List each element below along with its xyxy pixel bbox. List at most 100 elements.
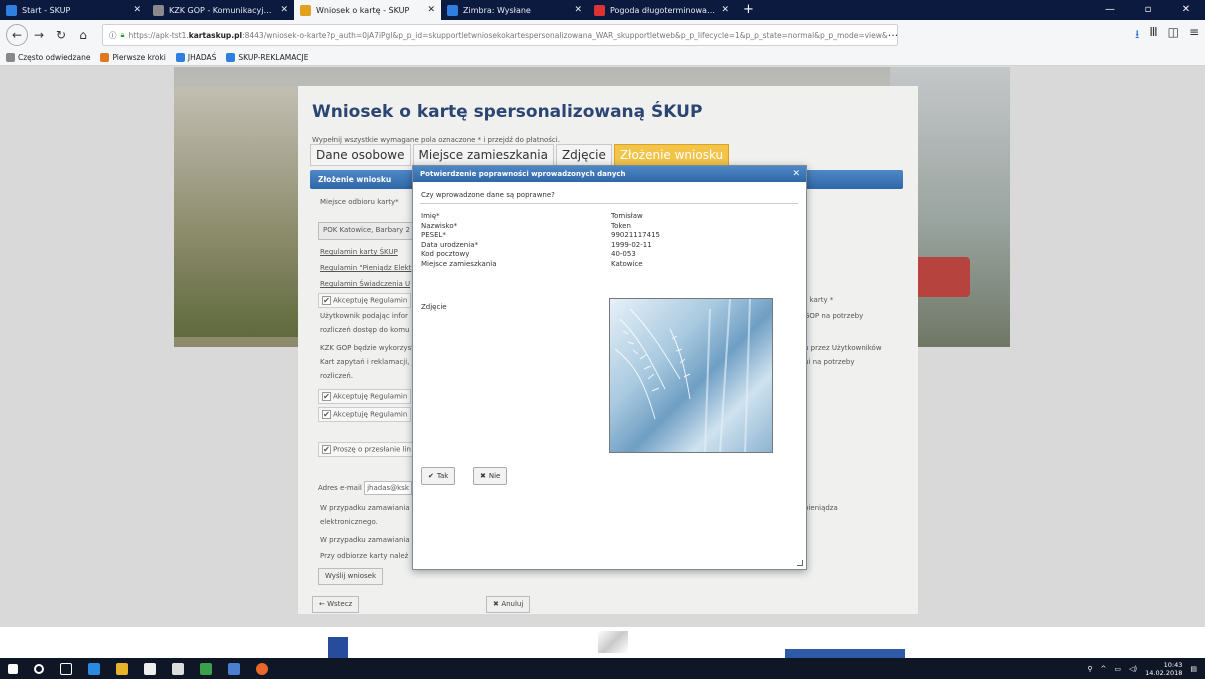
terms-link[interactable]: Regulamin karty ŚKUP [320,248,398,256]
bookmark-item[interactable]: Często odwiedzane [6,53,90,62]
page-title: Wniosek o kartę spersonalizowaną ŚKUP [312,102,703,122]
summary-row: Miejsce zamieszkania Katowice [421,259,643,268]
summary-row: Data urodzenia* 1999-02-11 [421,240,652,249]
service-terms-link[interactable]: Regulamin Świadczenia U [320,280,410,288]
reload-icon[interactable]: ↻ [50,24,72,46]
step-residence[interactable]: Miejsce zamieszkania [412,144,554,166]
zimbra-icon [175,53,185,62]
tab-close-icon[interactable]: ✕ [133,5,141,15]
network-icon[interactable]: ▭ [1114,665,1121,673]
send-link-checkbox-row[interactable]: ✔ Proszę o przesłanie lin [318,442,415,457]
close-icon[interactable]: ✕ [792,166,800,182]
info-text: W przypadku zamawiania [320,536,410,544]
bookmark-item[interactable]: JHADAŚ [175,53,216,62]
info-text: rozliczeń. [320,372,354,380]
tab-favicon-icon [6,4,17,16]
summary-list: Imię* Tomisław Nazwisko* Token PESEL* 99021… [421,212,781,269]
browser-tab[interactable]: Pogoda długoterminowa - by ✕ [588,0,735,20]
accept-terms-checkbox-row[interactable]: ✔ Akceptuję Regulamin [318,407,412,422]
volume-icon[interactable]: ◁) [1129,665,1137,673]
forward-arrow-icon[interactable]: → [28,24,50,46]
no-button[interactable]: ✖ Nie [473,467,508,485]
home-icon[interactable]: ⌂ [72,24,94,46]
yes-button[interactable]: ✔ Tak [421,467,456,485]
close-icon: ✖ [480,472,486,480]
tab-close-icon[interactable]: ✕ [427,5,435,15]
info-text: ni na potrzeby [804,358,855,366]
sidebar-icon[interactable]: ◫ [1168,25,1179,46]
bookmark-item[interactable]: SKUP-REKLAMACJE [226,53,308,62]
resize-handle[interactable] [797,560,803,566]
new-tab-button[interactable]: + [735,0,762,20]
firefox-icon[interactable] [256,662,268,675]
photo-label: Zdjęcie [421,303,447,311]
gear-icon [6,53,15,62]
checkbox[interactable]: ✔ [322,410,331,419]
cancel-button[interactable]: ✖ Anuluj [486,596,531,613]
lock-icon: 🔒︎ [120,30,125,39]
confirmation-dialog: Potwierdzenie poprawności wprowadzonych … [412,165,807,570]
accept-terms-checkbox-row[interactable]: ✔ Akceptuję Regulamin [318,293,412,308]
tab-close-icon[interactable]: ✕ [574,5,582,15]
more-actions-icon[interactable]: ··· [888,29,897,42]
bookmark-item[interactable]: Pierwsze kroki [100,53,166,62]
browser-tab[interactable]: KZK GOP - Komunikacyjny Zw ✕ [147,0,294,20]
email-row: Adres e-mail jhadas@ksk [318,481,413,495]
app-icon[interactable] [228,662,240,675]
browser-tab[interactable]: Zimbra: Wysłane ✕ [441,0,588,20]
info-text: W przypadku zamawiania [320,504,410,512]
browser-tab-active[interactable]: Wniosek o kartę - ŚKUP ✕ [294,0,441,20]
bookmarks-bar: Często odwiedzane Pierwsze kroki JHADAŚ … [0,50,1205,66]
info-text: rozliczeń dostęp do komu [320,326,410,334]
info-text: Przy odbiorze karty należ [320,552,409,560]
checkbox[interactable]: ✔ [322,445,331,454]
clock[interactable]: 10:43 14.02.2018 [1145,661,1182,677]
file-explorer-icon[interactable] [116,662,128,675]
info-icon[interactable]: ⓘ [109,30,117,41]
store-icon[interactable] [144,662,156,675]
edge-icon[interactable] [88,662,100,675]
info-text: pieniądza [804,504,838,512]
browser-tab[interactable]: Start - ŚKUP ✕ [0,0,147,20]
e-money-terms-link[interactable]: Regulamin "Pieniądz Elekt [320,264,411,272]
dialog-titlebar: Potwierdzenie poprawności wprowadzonych … [413,166,806,182]
back-arrow-icon[interactable]: ← [6,24,28,46]
windows-start-icon[interactable] [8,663,18,674]
tray-arrow-icon[interactable]: ^ [1101,665,1107,673]
download-icon[interactable]: ⭳ [1135,25,1139,46]
step-photo[interactable]: Zdjęcie [555,144,612,166]
tab-favicon-icon [300,4,311,16]
people-icon[interactable]: ⚲ [1087,665,1092,673]
notifications-icon[interactable]: ▤ [1190,665,1197,673]
maximize-button[interactable]: ▫ [1129,0,1167,20]
menu-icon[interactable]: ≡ [1189,25,1199,46]
checkbox[interactable]: ✔ [322,392,331,401]
info-text: GOP na potrzeby [804,312,864,320]
email-field[interactable]: jhadas@ksk [364,481,413,495]
close-window-button[interactable]: ✕ [1167,0,1205,20]
info-text: KZK GOP będzie wykorzyst [320,344,414,352]
excel-icon[interactable] [200,662,212,675]
browser-tabbar: Start - ŚKUP ✕ KZK GOP - Komunikacyjny Z… [0,0,1205,20]
dialog-question: Czy wprowadzone dane są poprawne? [421,191,555,199]
search-icon[interactable] [34,663,44,674]
info-text: Użytkownik podając infor [320,312,408,320]
check-icon: ✔ [428,472,434,480]
pickup-select[interactable]: POK Katowice, Barbary 2 [318,222,418,240]
checkbox[interactable]: ✔ [322,296,331,305]
app-icon[interactable] [172,662,184,675]
taskbar: ⚲ ^ ▭ ◁) 10:43 14.02.2018 ▤ [0,658,1205,679]
step-personal-data[interactable]: Dane osobowe [310,144,411,166]
pickup-label: Miejsce odbioru karty* [320,198,399,206]
url-bar[interactable]: ⓘ 🔒︎ https://apk-tst1. kartaskup.pl:8443/… [102,24,898,46]
tab-close-icon[interactable]: ✕ [280,5,288,15]
submit-application-button[interactable]: Wyślij wniosek [318,568,384,585]
step-submit[interactable]: Złożenie wniosku [613,144,730,166]
accept-terms-checkbox-row[interactable]: ✔ Akceptuję Regulamin [318,389,412,404]
minimize-button[interactable]: — [1091,0,1129,20]
back-button[interactable]: ← Wstecz [312,596,360,613]
info-text: Kart zapytań i reklamacji, j [320,358,414,366]
tab-close-icon[interactable]: ✕ [721,5,729,15]
library-icon[interactable]: Ⅲ [1149,25,1157,46]
task-view-icon[interactable] [60,662,72,675]
